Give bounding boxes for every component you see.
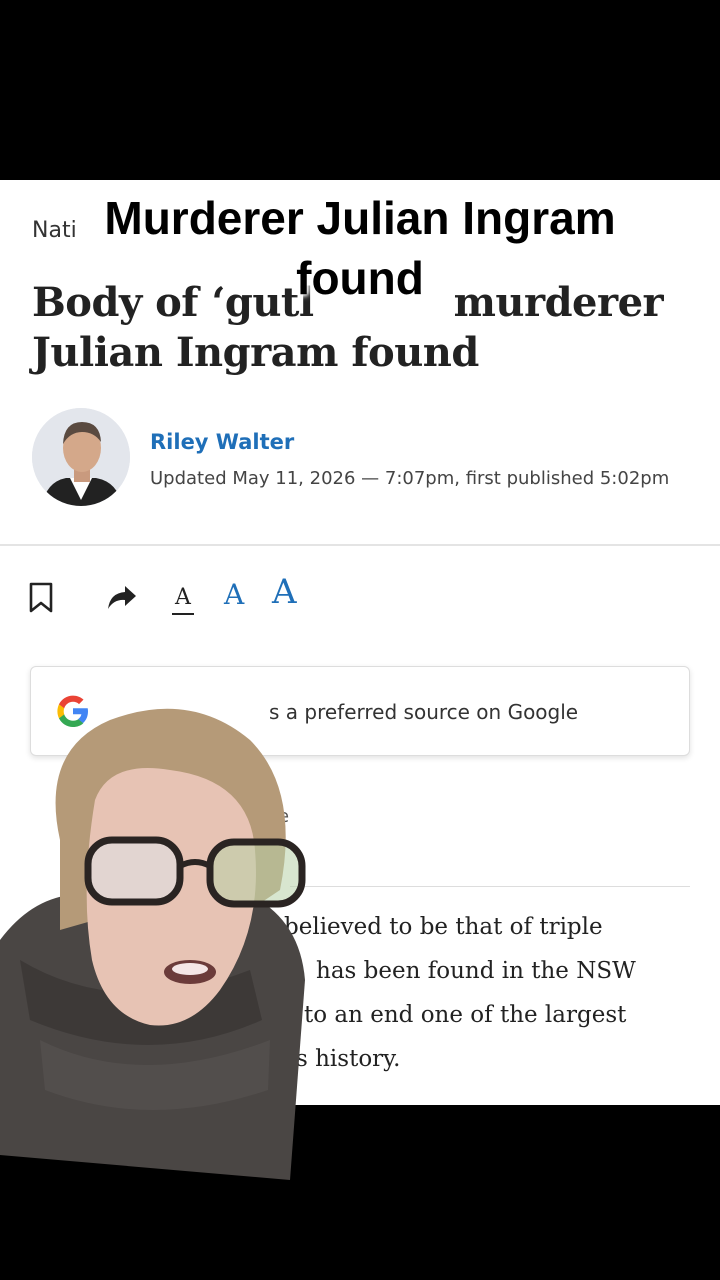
- body-text-line: believed to be that of triple: [284, 914, 603, 940]
- share-icon[interactable]: [106, 584, 138, 617]
- font-size-medium-button[interactable]: A: [224, 578, 244, 611]
- divider: [290, 886, 690, 887]
- author-avatar[interactable]: [32, 408, 130, 506]
- body-text-line: has been found in the NSW: [316, 958, 636, 984]
- caption-line-2: found: [296, 252, 424, 304]
- updated-timestamp: Updated May 11, 2026 — 7:07pm, first pub…: [150, 468, 670, 489]
- author-name-link[interactable]: Riley Walter: [150, 430, 294, 454]
- caption-line-1: Murderer Julian Ingram: [104, 192, 616, 244]
- body-text-line: to an end one of the largest: [304, 1002, 627, 1028]
- video-caption: Murderer Julian Ingram found: [0, 188, 720, 308]
- headline-part-3: Julian Ingram found: [32, 329, 479, 376]
- top-letterbox: [0, 0, 720, 180]
- font-size-large-button[interactable]: A: [272, 572, 297, 612]
- font-size-small-button[interactable]: A: [172, 585, 194, 615]
- bookmark-icon[interactable]: [28, 582, 54, 619]
- divider: [0, 544, 720, 546]
- presenter-video-overlay: [0, 690, 320, 1190]
